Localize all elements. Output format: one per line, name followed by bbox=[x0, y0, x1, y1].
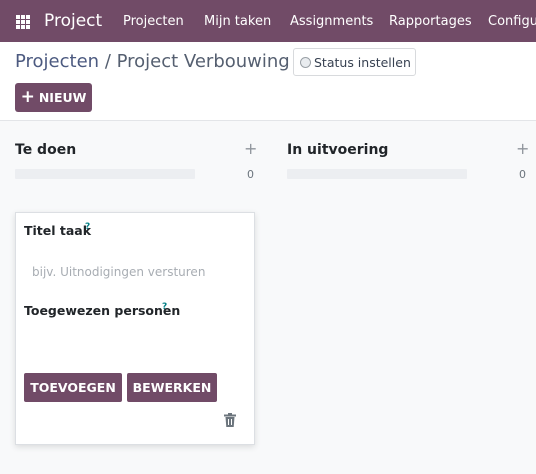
top-navbar: Project Projecten Mijn taken Assignments… bbox=[0, 0, 536, 42]
menu-item-configuratie[interactable]: Configu bbox=[488, 14, 536, 29]
assignees-label: Toegewezen personen bbox=[24, 303, 181, 318]
menu-item-mijn-taken[interactable]: Mijn taken bbox=[204, 14, 271, 29]
column-progress-bar bbox=[287, 169, 467, 179]
assignees-input[interactable] bbox=[24, 325, 244, 347]
task-title-input[interactable]: bijv. Uitnodigingen versturen bbox=[28, 261, 243, 283]
new-button-label: NIEUW bbox=[38, 90, 87, 105]
column-add-icon[interactable]: + bbox=[516, 139, 529, 158]
menu-item-projecten[interactable]: Projecten bbox=[123, 14, 184, 29]
breadcrumb-current: Project Verbouwing bbox=[116, 51, 290, 72]
status-button[interactable]: Status instellen bbox=[293, 48, 416, 76]
column-count: 0 bbox=[519, 168, 526, 181]
apps-grid-icon[interactable] bbox=[16, 15, 30, 29]
help-tooltip-icon[interactable]: ? bbox=[162, 302, 167, 312]
status-button-label: Status instellen bbox=[314, 54, 411, 70]
task-title-label: Titel taak bbox=[24, 223, 92, 238]
column-count: 0 bbox=[247, 168, 254, 181]
trash-icon[interactable] bbox=[224, 413, 236, 427]
new-button[interactable]: + NIEUW bbox=[15, 83, 92, 112]
column-add-icon[interactable]: + bbox=[244, 139, 257, 158]
add-button[interactable]: TOEVOEGEN bbox=[24, 373, 122, 402]
app-brand[interactable]: Project bbox=[44, 11, 102, 31]
radio-icon bbox=[300, 56, 311, 68]
breadcrumb-separator: / bbox=[104, 51, 111, 72]
breadcrumb: Projecten / Project Verbouwing bbox=[15, 51, 290, 72]
menu-item-rapportages[interactable]: Rapportages bbox=[389, 14, 472, 29]
quick-create-card: Titel taak ? bijv. Uitnodigingen verstur… bbox=[15, 212, 255, 445]
column-title-in-uitvoering: In uitvoering bbox=[287, 142, 389, 158]
column-title-te-doen: Te doen bbox=[15, 142, 77, 158]
help-tooltip-icon[interactable]: ? bbox=[85, 222, 90, 232]
menu-item-assignments[interactable]: Assignments bbox=[290, 14, 373, 29]
column-progress-bar bbox=[15, 169, 195, 179]
breadcrumb-parent[interactable]: Projecten bbox=[15, 51, 99, 72]
edit-button[interactable]: BEWERKEN bbox=[127, 373, 217, 402]
plus-icon: + bbox=[20, 87, 35, 107]
